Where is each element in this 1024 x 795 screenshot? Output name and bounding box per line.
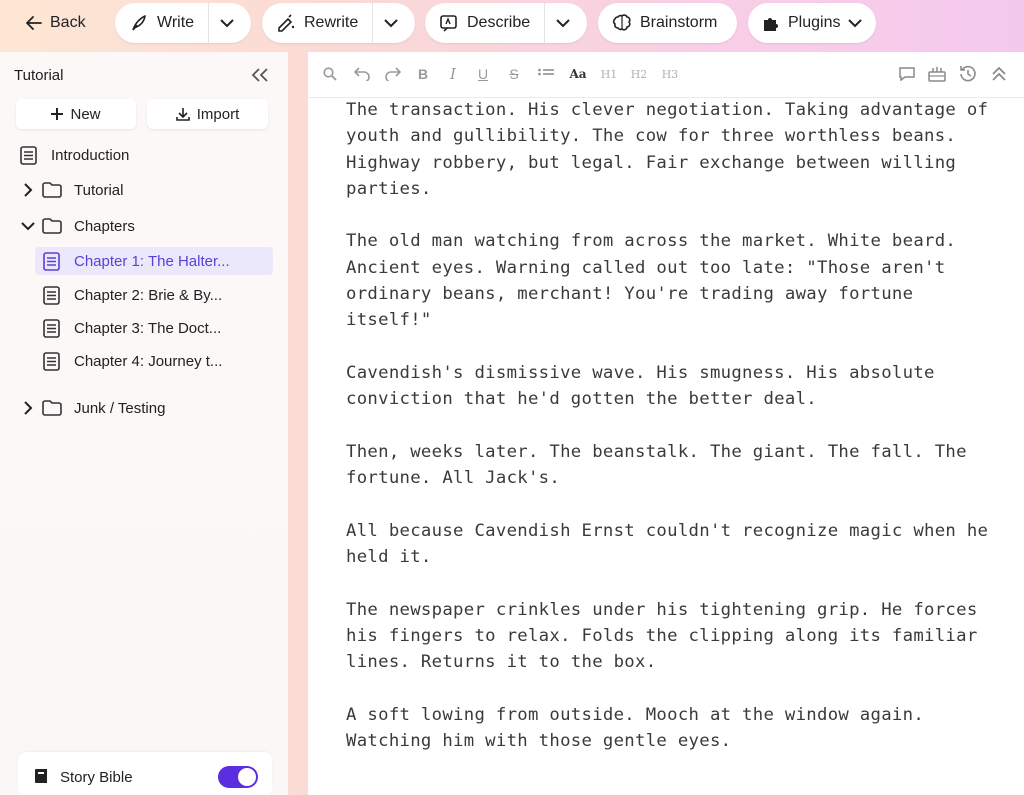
describe-button[interactable]: Describe bbox=[425, 3, 544, 43]
list-icon[interactable] bbox=[536, 64, 556, 84]
document-icon bbox=[20, 145, 37, 165]
sidebar: Tutorial New Import Introduction Tutoria… bbox=[0, 52, 288, 795]
paragraph: The newspaper crinkles under his tighten… bbox=[346, 599, 978, 673]
plugins-label: Plugins bbox=[788, 14, 841, 31]
paragraph: All because Cavendish Ernst couldn't rec… bbox=[346, 520, 989, 568]
chevron-right-icon[interactable] bbox=[20, 183, 36, 197]
editor-toolbar: B I U S Aa H1 H2 H3 bbox=[308, 52, 1024, 98]
tree-item-chapter-4[interactable]: Chapter 4: Journey t... bbox=[35, 347, 273, 375]
editor-content[interactable]: The transaction. His clever negotiation.… bbox=[346, 97, 1006, 781]
chevron-down-icon bbox=[220, 18, 234, 27]
rewrite-dropdown-button[interactable] bbox=[373, 3, 409, 43]
tree-item-label: Chapters bbox=[74, 217, 135, 235]
tree-item-label: Chapter 2: Brie & By... bbox=[74, 286, 223, 304]
paragraph: A soft lowing from outside. Mooch at the… bbox=[346, 704, 925, 752]
double-chevron-left-icon bbox=[251, 68, 268, 82]
story-bible-panel: Story Bible bbox=[18, 752, 272, 795]
download-icon bbox=[175, 108, 190, 121]
arrow-left-icon bbox=[26, 16, 42, 30]
write-button-group: Write bbox=[115, 3, 251, 43]
history-icon[interactable] bbox=[957, 64, 979, 84]
tree-item-introduction[interactable]: Introduction bbox=[20, 141, 270, 169]
paragraph: Cavendish's dismissive wave. His smugnes… bbox=[346, 362, 935, 410]
chevron-down-icon bbox=[384, 18, 398, 27]
tree-item-chapter-2[interactable]: Chapter 2: Brie & By... bbox=[35, 281, 273, 309]
describe-button-group: Describe bbox=[425, 3, 587, 43]
chevron-down-icon bbox=[556, 18, 570, 27]
tree-item-chapter-3[interactable]: Chapter 3: The Doct... bbox=[35, 314, 273, 342]
write-dropdown-button[interactable] bbox=[209, 3, 245, 43]
story-bible-label: Story Bible bbox=[60, 769, 133, 786]
story-bible-toggle[interactable] bbox=[218, 766, 258, 788]
describe-dropdown-button[interactable] bbox=[545, 3, 581, 43]
strikethrough-button[interactable]: S bbox=[505, 64, 523, 84]
underline-button[interactable]: U bbox=[474, 64, 492, 84]
heading-3-button[interactable]: H3 bbox=[659, 64, 681, 84]
chevron-down-icon bbox=[848, 18, 863, 27]
document-icon bbox=[43, 318, 60, 338]
editor: B I U S Aa H1 H2 H3 The transaction. His… bbox=[308, 52, 1024, 795]
italic-button[interactable]: I bbox=[444, 64, 462, 84]
tree-item-tutorial-folder[interactable]: Tutorial bbox=[20, 176, 270, 204]
tree-item-label: Tutorial bbox=[74, 181, 124, 199]
tree-item-label: Chapter 4: Journey t... bbox=[74, 352, 223, 370]
describe-label: Describe bbox=[467, 14, 531, 31]
write-button[interactable]: Write bbox=[115, 3, 208, 43]
pen-icon bbox=[132, 15, 146, 31]
chevron-right-icon[interactable] bbox=[20, 401, 36, 415]
tree-item-label: Chapter 3: The Doct... bbox=[74, 319, 222, 337]
redo-icon[interactable] bbox=[383, 64, 403, 84]
brainstorm-button[interactable]: Brainstorm bbox=[598, 3, 737, 43]
rewrite-pen-icon bbox=[278, 14, 295, 32]
tree-item-label: Introduction bbox=[51, 146, 130, 164]
heading-2-button[interactable]: H2 bbox=[628, 64, 650, 84]
bold-button[interactable]: B bbox=[414, 64, 432, 84]
plugins-button[interactable]: Plugins bbox=[748, 3, 876, 43]
tree-item-label: Junk / Testing bbox=[74, 399, 166, 417]
tree-item-label: Chapter 1: The Halter... bbox=[74, 252, 230, 270]
import-button[interactable]: Import bbox=[147, 99, 268, 129]
write-label: Write bbox=[157, 14, 195, 31]
new-button[interactable]: New bbox=[16, 99, 136, 129]
top-toolbar: Back Write Rewrite Describe Brainstorm P… bbox=[0, 0, 1024, 50]
heading-1-button[interactable]: H1 bbox=[598, 64, 620, 84]
book-icon bbox=[34, 768, 48, 789]
rewrite-button[interactable]: Rewrite bbox=[262, 3, 372, 43]
tree-item-chapter-1[interactable]: Chapter 1: The Halter... bbox=[35, 247, 273, 275]
collapse-sidebar-button[interactable] bbox=[250, 65, 270, 85]
undo-icon[interactable] bbox=[352, 64, 372, 84]
sidebar-title: Tutorial bbox=[14, 67, 64, 84]
paragraph: Then, weeks later. The beanstalk. The gi… bbox=[346, 441, 967, 489]
document-icon bbox=[43, 251, 60, 271]
describe-icon bbox=[440, 15, 457, 32]
brain-icon bbox=[612, 14, 631, 31]
tree-item-chapters-folder[interactable]: Chapters bbox=[20, 212, 270, 240]
rewrite-label: Rewrite bbox=[304, 14, 359, 31]
text-size-button[interactable]: Aa bbox=[567, 64, 589, 84]
rewrite-button-group: Rewrite bbox=[262, 3, 415, 43]
back-label: Back bbox=[50, 14, 86, 31]
back-button[interactable]: Back bbox=[26, 10, 86, 36]
paragraph: The transaction. His clever negotiation.… bbox=[346, 100, 989, 199]
document-icon bbox=[43, 351, 60, 371]
import-label: Import bbox=[196, 105, 240, 123]
search-icon[interactable] bbox=[321, 64, 339, 84]
folder-icon bbox=[42, 182, 62, 198]
puzzle-icon bbox=[764, 18, 778, 31]
comment-icon[interactable] bbox=[897, 64, 917, 84]
new-label: New bbox=[70, 105, 101, 123]
plus-icon bbox=[51, 108, 64, 120]
chevron-down-icon[interactable] bbox=[20, 221, 36, 231]
document-icon bbox=[43, 285, 60, 305]
double-chevron-up-icon[interactable] bbox=[988, 64, 1010, 84]
tree-item-junk-testing-folder[interactable]: Junk / Testing bbox=[20, 394, 270, 422]
brainstorm-label: Brainstorm bbox=[640, 14, 718, 31]
paragraph: The old man watching from across the mar… bbox=[346, 231, 957, 331]
folder-icon bbox=[42, 218, 62, 234]
toolkit-icon[interactable] bbox=[926, 64, 948, 84]
folder-icon bbox=[42, 400, 62, 416]
